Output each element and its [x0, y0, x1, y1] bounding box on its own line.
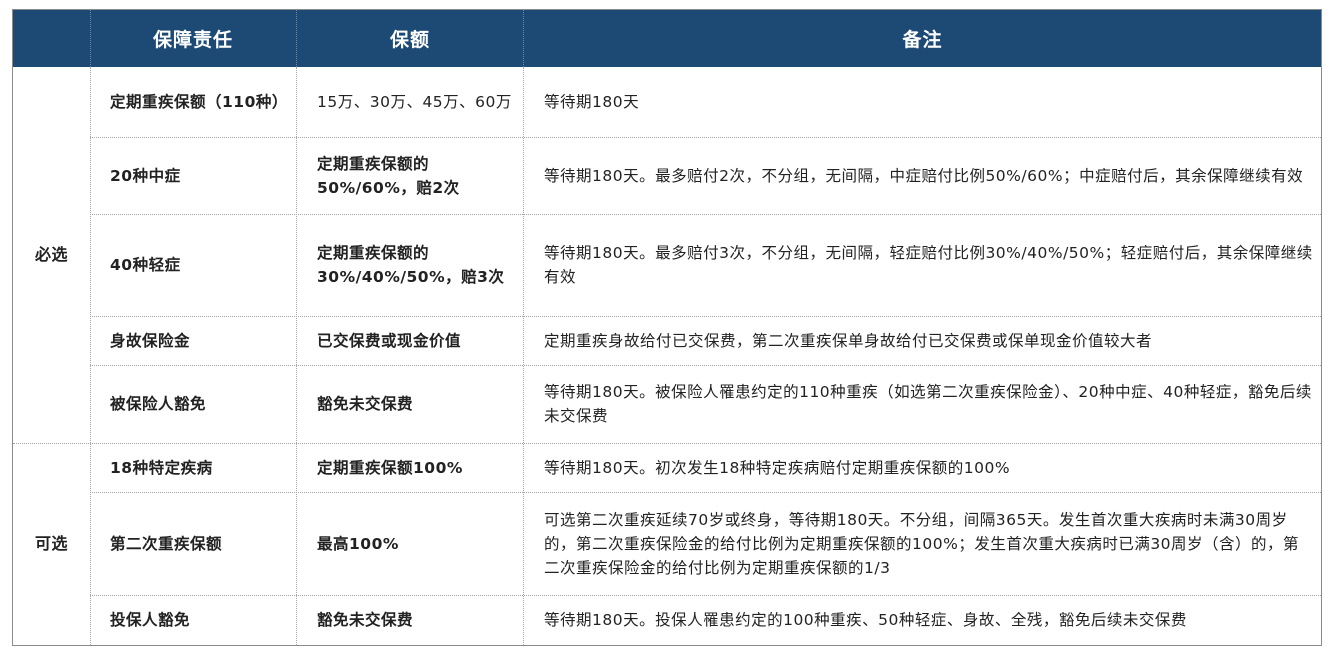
coverage-note: 可选第二次重疾延续70岁或终身，等待期180天。不分组，间隔365天。发生首次重… [544, 510, 1300, 577]
col-divider [523, 10, 524, 67]
coverage-name: 40种轻症 [110, 256, 181, 274]
coverage-note: 定期重疾身故给付已交保费，第二次重疾保单身故给付已交保费或保单现金价值较大者 [544, 331, 1153, 350]
coverage-name: 投保人豁免 [110, 611, 191, 629]
coverage-amount: 最高100% [317, 534, 399, 553]
col-divider [90, 10, 91, 67]
coverage-name: 18种特定疾病 [110, 458, 213, 477]
coverage-note: 等待期180天。被保险人罹患约定的110种重疾（如选第二次重疾保险金）、20种中… [544, 383, 1312, 425]
coverage-note: 等待期180天。投保人罹患约定的100种重疾、50种轻症、身故、全残，豁免后续未… [544, 611, 1187, 629]
group-label-optional: 可选 [34, 534, 68, 553]
coverage-name: 身故保险金 [110, 331, 191, 350]
coverage-table: 保障责任 保额 备注 必选 可选 定期重疾保额（110种） 15万、30万、45… [12, 9, 1322, 646]
coverage-note: 等待期180天。最多赔付3次，不分组，无间隔，轻症赔付比例30%/40%/50%… [544, 244, 1313, 286]
coverage-note: 等待期180天。初次发生18种特定疾病赔付定期重疾保额的100% [544, 458, 1011, 477]
coverage-amount: 定期重疾保额100% [317, 458, 463, 477]
coverage-name: 被保险人豁免 [110, 395, 207, 413]
coverage-amount: 已交保费或现金价值 [317, 331, 462, 350]
coverage-note: 等待期180天 [544, 93, 640, 111]
coverage-name: 第二次重疾保额 [110, 534, 223, 553]
coverage-amount: 定期重疾保额的50%/60%，赔2次 [317, 154, 460, 197]
header-coverage: 保障责任 [152, 29, 233, 51]
table-header: 保障责任 保额 备注 [13, 10, 1321, 67]
coverage-amount: 定期重疾保额的30%/40%/50%，赔3次 [317, 244, 505, 286]
coverage-amount: 15万、30万、45万、60万 [317, 93, 512, 111]
col-divider [523, 67, 524, 645]
header-notes: 备注 [902, 29, 943, 51]
header-amount: 保额 [389, 29, 430, 51]
col-divider [296, 10, 297, 67]
coverage-name: 定期重疾保额（110种） [110, 93, 288, 111]
coverage-amount: 豁免未交保费 [317, 611, 414, 629]
coverage-note: 等待期180天。最多赔付2次，不分组，无间隔，中症赔付比例50%/60%；中症赔… [544, 166, 1304, 185]
col-divider [90, 67, 91, 645]
coverage-amount: 豁免未交保费 [317, 395, 414, 413]
coverage-name: 20种中症 [110, 166, 181, 185]
col-divider [296, 67, 297, 645]
group-label-required: 必选 [34, 245, 68, 264]
